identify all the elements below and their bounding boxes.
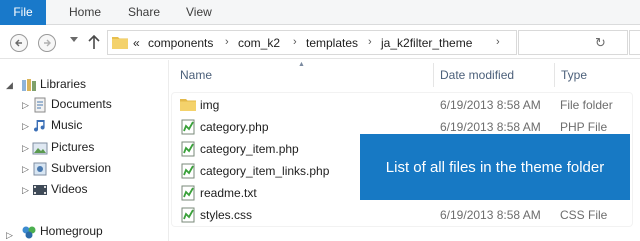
tab-home[interactable]: Home [69,0,101,25]
music-icon [34,120,45,132]
expand-chevron-icon[interactable]: ▷ [22,121,29,132]
breadcrumb-separator[interactable]: › [368,36,372,48]
breadcrumb-overflow[interactable]: « [133,36,140,50]
videos-icon [33,185,47,195]
refresh-icon[interactable]: ↻ [595,35,606,51]
breadcrumb-separator[interactable]: › [496,36,500,48]
breadcrumb-separator[interactable]: › [293,36,297,48]
homegroup-icon [22,226,36,239]
nav-item-label: Subversion [51,161,112,175]
expand-chevron-icon[interactable]: ▷ [22,164,29,175]
file-type: PHP File [560,120,608,134]
expand-chevron-icon[interactable]: ▷ [22,100,29,111]
nav-item-label: Documents [51,97,112,111]
forward-arrow-icon [44,39,51,47]
expand-chevron-icon[interactable]: ▷ [6,230,13,241]
tab-view[interactable]: View [186,0,212,25]
expand-chevron-icon[interactable]: ▷ [22,185,29,196]
subversion-icon [33,162,47,176]
libraries-icon [22,79,36,91]
file-row-img[interactable]: img 6/19/2013 8:58 AM File folder [172,94,640,116]
address-bar[interactable]: « components › com_k2 › templates › ja_k… [107,30,517,55]
nav-item-label: Videos [51,182,88,196]
file-date-modified: 6/19/2013 8:58 AM [440,98,541,112]
navigation-pane: ◢ Libraries ▷ Documents ▷ Music ▷ Pictur… [0,60,170,241]
file-type: File folder [560,98,613,112]
breadcrumb-ja-k2filter-theme[interactable]: ja_k2filter_theme [381,36,472,50]
file-name: readme.txt [200,186,257,200]
nav-item-label: Libraries [40,77,87,91]
annotation-callout: List of all files in the theme folder [360,134,630,200]
nav-item-label: Music [51,118,83,132]
breadcrumb-com-k2[interactable]: com_k2 [238,36,280,50]
breadcrumb-templates[interactable]: templates [306,36,358,50]
collapse-chevron-icon[interactable]: ◢ [6,80,13,91]
text-file-icon [181,185,195,201]
folder-icon [112,37,128,49]
file-date-modified: 6/19/2013 8:58 AM [440,120,541,134]
column-divider[interactable] [433,63,434,87]
tab-share[interactable]: Share [128,0,160,25]
expand-chevron-icon[interactable]: ▷ [22,143,29,154]
tab-file[interactable]: File [0,0,46,25]
pane-divider[interactable] [168,60,169,241]
php-file-icon [181,141,195,157]
file-type: CSS File [560,208,608,222]
file-name: img [200,98,220,112]
recent-locations-chevron-icon[interactable] [70,37,78,43]
sort-ascending-icon: ▲ [298,61,305,68]
forward-button[interactable] [38,34,56,52]
column-header-type[interactable]: Type [561,60,587,90]
column-divider[interactable] [554,63,555,87]
address-toolbar: « components › com_k2 › templates › ja_k… [0,25,640,59]
file-name: category_item.php [200,142,299,156]
file-name: category.php [200,120,269,134]
up-arrow-icon[interactable] [88,34,100,50]
back-arrow-icon [15,39,22,47]
address-bar-tail[interactable]: ↻ [518,30,628,55]
php-file-icon [181,119,195,135]
nav-item-label: Homegroup [40,224,103,238]
php-file-icon [181,163,195,179]
nav-item-label: Pictures [51,140,95,154]
file-date-modified: 6/19/2013 8:58 AM [440,208,541,222]
folder-icon [180,99,196,111]
documents-icon [34,97,46,113]
file-name: category_item_links.php [200,164,330,178]
pictures-icon [32,142,48,155]
css-file-icon [181,207,195,223]
column-header-name[interactable]: Name [180,60,212,90]
ribbon-tab-bar: File Home Share View [0,0,640,25]
column-header-date-modified[interactable]: Date modified [440,60,514,90]
file-name: styles.css [200,208,253,222]
breadcrumb-components[interactable]: components [148,36,213,50]
callout-text: List of all files in the theme folder [385,158,605,176]
file-row-styles-css[interactable]: styles.css 6/19/2013 8:58 AM CSS File [172,204,640,226]
search-input[interactable] [629,30,640,55]
breadcrumb-separator[interactable]: › [225,36,229,48]
back-button[interactable] [10,34,28,52]
